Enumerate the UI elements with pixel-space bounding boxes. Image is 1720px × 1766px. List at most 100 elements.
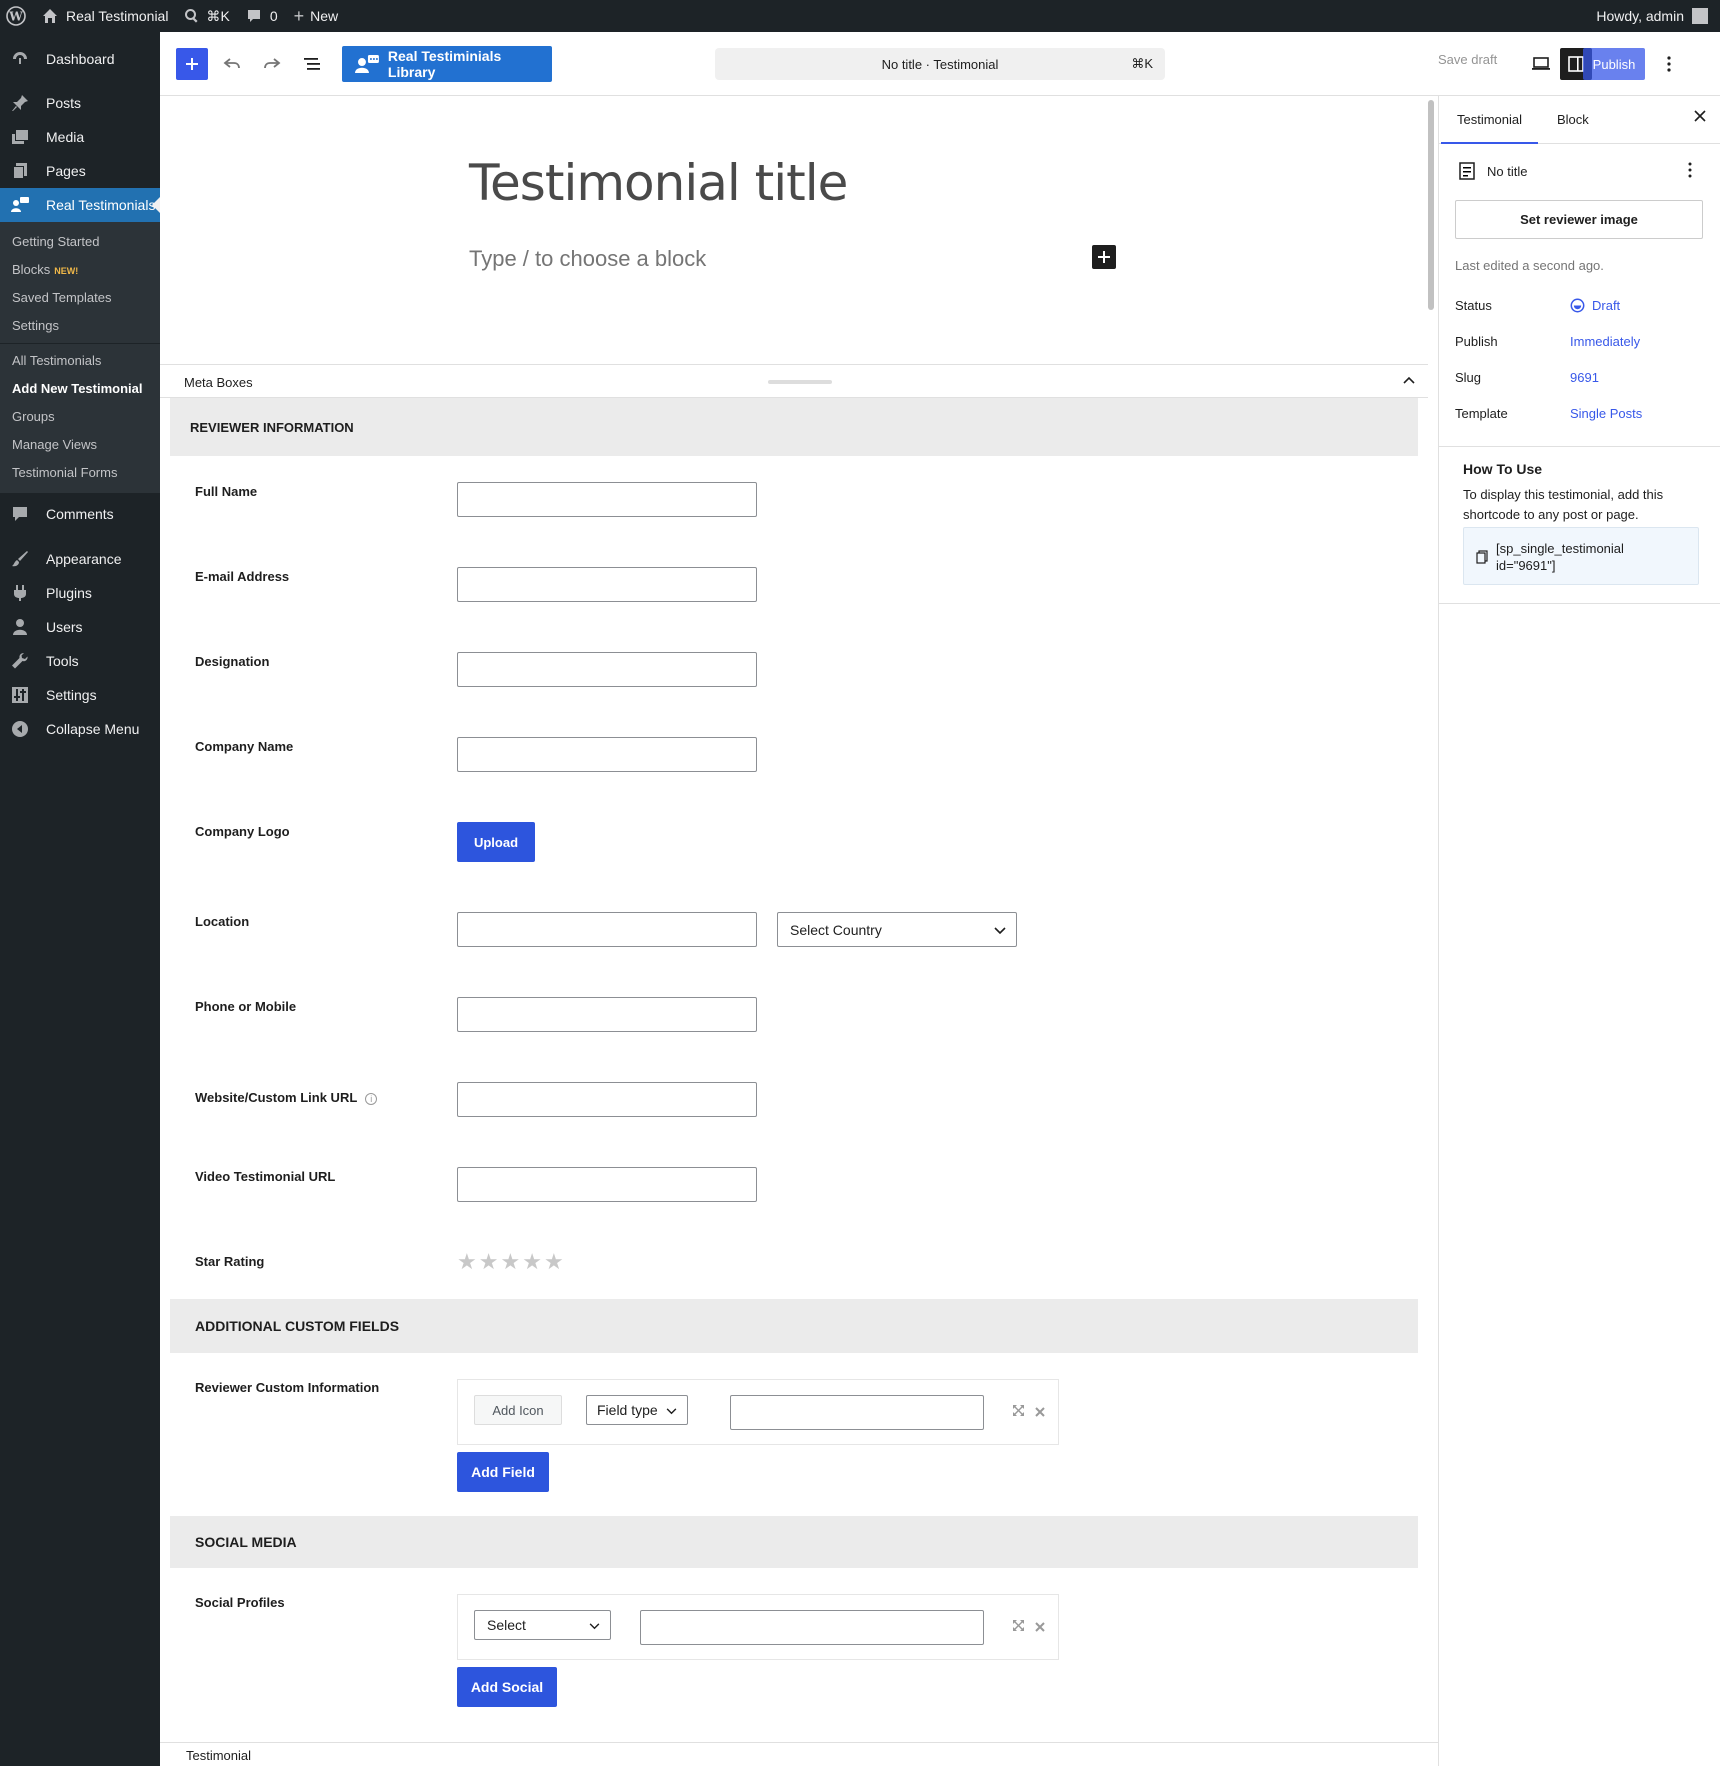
more-vertical-icon[interactable] <box>1688 162 1692 183</box>
submenu-groups[interactable]: Groups <box>0 403 160 431</box>
admin-bar: W Real Testimonial ⌘K 0 + New Howdy, adm… <box>0 0 1720 32</box>
social-profiles-label: Social Profiles <box>195 1595 285 1610</box>
menu-label: Real Testimonials <box>46 197 156 213</box>
site-name-link[interactable]: Real Testimonial <box>34 0 176 32</box>
menu-plugins[interactable]: Plugins <box>0 576 160 610</box>
publish-date-button[interactable]: Immediately <box>1570 334 1640 349</box>
set-reviewer-image-button[interactable]: Set reviewer image <box>1455 200 1703 239</box>
menu-label: Media <box>46 129 85 145</box>
social-network-select[interactable]: Select <box>474 1610 611 1640</box>
menu-tools[interactable]: Tools <box>0 644 160 678</box>
expand-icon[interactable] <box>1012 1404 1025 1420</box>
close-icon[interactable] <box>1694 110 1706 125</box>
menu-appearance[interactable]: Appearance <box>0 542 160 576</box>
add-icon-button[interactable]: Add Icon <box>474 1395 562 1425</box>
save-draft-button[interactable]: Save draft <box>1438 52 1497 67</box>
tab-block[interactable]: Block <box>1557 112 1589 127</box>
testimonials-library-button[interactable]: Real Testiminials Library <box>342 46 552 82</box>
star-icon[interactable]: ★ <box>522 1251 542 1273</box>
menu-pages[interactable]: Pages <box>0 154 160 188</box>
info-icon[interactable]: i <box>365 1092 378 1105</box>
full-name-input[interactable] <box>457 482 757 517</box>
status-value-button[interactable]: Draft <box>1570 298 1620 313</box>
chevron-up-icon[interactable] <box>1402 373 1416 392</box>
publish-button[interactable]: Publish <box>1583 48 1645 80</box>
designation-input[interactable] <box>457 652 757 687</box>
submenu-manage-views[interactable]: Manage Views <box>0 431 160 459</box>
breadcrumb[interactable]: Testimonial <box>186 1748 251 1763</box>
star-rating-input[interactable]: ★ ★ ★ ★ ★ <box>457 1251 564 1273</box>
template-button[interactable]: Single Posts <box>1570 406 1642 421</box>
new-content-link[interactable]: + New <box>286 0 347 32</box>
post-title-summary: No title <box>1487 164 1528 179</box>
block-inserter-button[interactable] <box>176 48 208 80</box>
comments-link[interactable]: 0 <box>238 0 286 32</box>
submenu-settings[interactable]: Settings <box>0 312 160 340</box>
canvas-scrollbar[interactable] <box>1426 96 1436 342</box>
star-icon[interactable]: ★ <box>479 1251 499 1273</box>
company-name-input[interactable] <box>457 737 757 772</box>
add-social-button[interactable]: Add Social <box>457 1667 557 1707</box>
country-select-value: Select Country <box>790 921 882 938</box>
full-name-label: Full Name <box>195 484 258 499</box>
document-overview-button[interactable] <box>296 48 328 80</box>
preview-button[interactable] <box>1525 48 1557 80</box>
submenu-blocks-label: Blocks <box>12 262 51 277</box>
website-input[interactable] <box>457 1082 757 1117</box>
how-to-use-panel: How To Use To display this testimonial, … <box>1439 446 1720 604</box>
custom-field-value-input[interactable] <box>730 1395 984 1430</box>
upload-logo-button[interactable]: Upload <box>457 822 535 862</box>
add-field-button[interactable]: Add Field <box>457 1452 549 1492</box>
search-shortcut: ⌘K <box>206 7 230 24</box>
submenu-all-testimonials[interactable]: All Testimonials <box>0 347 160 375</box>
shortcode-box[interactable]: [sp_single_testimonial id="9691"] <box>1463 527 1699 585</box>
testimonial-icon <box>354 55 379 73</box>
location-input[interactable] <box>457 912 757 947</box>
redo-button[interactable] <box>256 48 288 80</box>
star-icon[interactable]: ★ <box>544 1251 564 1273</box>
submenu-forms[interactable]: Testimonial Forms <box>0 459 160 487</box>
menu-media[interactable]: Media <box>0 120 160 154</box>
more-vertical-icon <box>1667 56 1671 72</box>
menu-users[interactable]: Users <box>0 610 160 644</box>
command-search[interactable]: ⌘K <box>176 0 237 32</box>
email-input[interactable] <box>457 567 757 602</box>
menu-collapse[interactable]: Collapse Menu <box>0 712 160 746</box>
undo-button[interactable] <box>216 48 248 80</box>
add-block-button[interactable] <box>1092 245 1116 269</box>
submenu-getting-started[interactable]: Getting Started <box>0 228 160 256</box>
menu-posts[interactable]: Posts <box>0 86 160 120</box>
options-menu-button[interactable] <box>1657 48 1681 80</box>
redo-icon <box>264 58 281 69</box>
tab-testimonial[interactable]: Testimonial <box>1440 112 1539 144</box>
phone-input[interactable] <box>457 997 757 1032</box>
copy-icon[interactable] <box>1476 550 1488 568</box>
menu-real-testimonials[interactable]: Real Testimonials <box>0 188 160 222</box>
star-icon[interactable]: ★ <box>500 1251 520 1273</box>
meta-boxes-resize-handle[interactable] <box>768 380 832 384</box>
menu-settings[interactable]: Settings <box>0 678 160 712</box>
star-icon[interactable]: ★ <box>457 1251 477 1273</box>
laptop-icon <box>1532 57 1550 70</box>
menu-dashboard[interactable]: Dashboard <box>0 42 160 76</box>
default-block-appender[interactable]: Type / to choose a block <box>469 246 706 272</box>
post-title-input[interactable]: Testimonial title <box>469 154 848 212</box>
country-select[interactable]: Select Country <box>777 912 1017 947</box>
wordpress-logo-icon[interactable]: W <box>0 0 34 32</box>
submenu-blocks[interactable]: Blocks NEW! <box>0 256 160 284</box>
remove-icon[interactable] <box>1035 1405 1045 1420</box>
expand-icon[interactable] <box>1012 1619 1025 1635</box>
submenu-saved-templates[interactable]: Saved Templates <box>0 284 160 312</box>
remove-icon[interactable] <box>1035 1620 1045 1635</box>
submenu-add-new[interactable]: Add New Testimonial <box>0 375 160 403</box>
meta-boxes-header[interactable]: Meta Boxes <box>160 364 1428 398</box>
section-social-media: SOCIAL MEDIA <box>170 1516 1418 1568</box>
command-palette-bar[interactable]: No title · Testimonial ⌘K <box>715 48 1165 80</box>
account-menu[interactable]: Howdy, admin <box>1588 0 1720 32</box>
video-url-input[interactable] <box>457 1167 757 1202</box>
slug-button[interactable]: 9691 <box>1570 370 1599 385</box>
field-type-select[interactable]: Field type <box>586 1395 688 1425</box>
social-url-input[interactable] <box>640 1610 984 1645</box>
menu-comments[interactable]: Comments <box>0 497 160 531</box>
chevron-down-icon <box>666 1402 677 1418</box>
